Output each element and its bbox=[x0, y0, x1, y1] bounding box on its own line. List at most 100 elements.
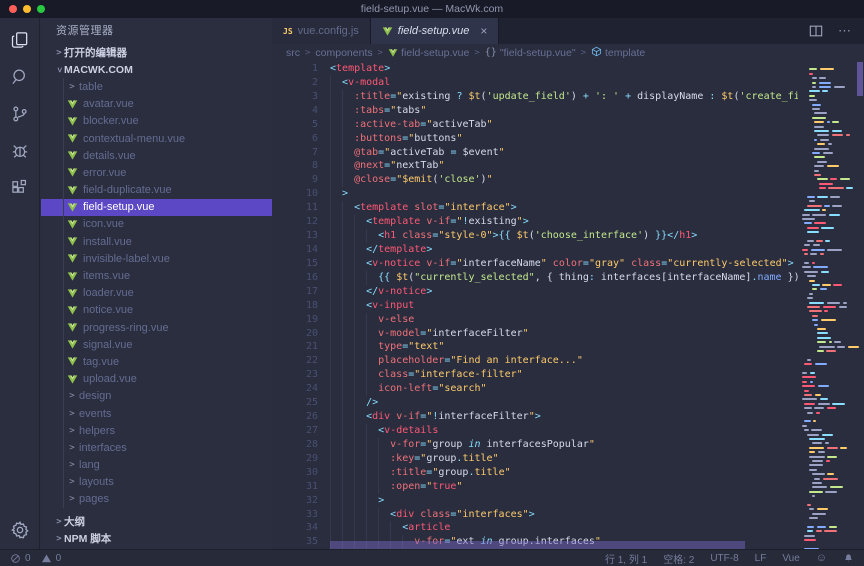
indent-guide bbox=[342, 354, 354, 368]
code-line-1[interactable]: 1<template> bbox=[272, 62, 798, 76]
minimap-line bbox=[825, 240, 830, 242]
breadcrumb-item-2[interactable]: components bbox=[315, 47, 372, 59]
code-line-13[interactable]: 13<h1 class="style-0">{{ $t('choose_inte… bbox=[272, 229, 798, 243]
horizontal-scrollbar[interactable] bbox=[330, 541, 745, 549]
open-editors-section[interactable]: > 打开的编辑器 bbox=[41, 44, 272, 61]
problems-errors[interactable]: 0 bbox=[10, 553, 31, 564]
debug-icon[interactable] bbox=[9, 140, 31, 162]
explorer-icon[interactable] bbox=[9, 29, 31, 51]
vertical-scrollbar-thumb[interactable] bbox=[857, 62, 863, 96]
tree-item-loader-vue[interactable]: loader.vue bbox=[41, 285, 272, 302]
encoding-setting[interactable]: UTF-8 bbox=[710, 553, 738, 564]
code-line-20[interactable]: 20v-model="interfaceFilter" bbox=[272, 327, 798, 341]
feedback-smiley-icon[interactable]: ☺ bbox=[816, 552, 827, 564]
code-line-3[interactable]: 3:title="existing ? $t('update_field') +… bbox=[272, 90, 798, 104]
code-line-18[interactable]: 18<v-input bbox=[272, 299, 798, 313]
code-line-2[interactable]: 2<v-modal bbox=[272, 76, 798, 90]
tree-item-contextual-menu-vue[interactable]: contextual-menu.vue bbox=[41, 130, 272, 147]
code-line-14[interactable]: 14</template> bbox=[272, 243, 798, 257]
bell-icon[interactable] bbox=[843, 553, 854, 564]
tree-item-interfaces[interactable]: >interfaces bbox=[41, 439, 272, 456]
tree-item-blocker-vue[interactable]: blocker.vue bbox=[41, 113, 272, 130]
code-line-30[interactable]: 30:title="group.title" bbox=[272, 466, 798, 480]
npm-scripts-section[interactable]: > NPM 脚本 bbox=[41, 530, 272, 547]
code-line-23[interactable]: 23class="interface-filter" bbox=[272, 368, 798, 382]
code-line-9[interactable]: 9@close="$emit('close')" bbox=[272, 173, 798, 187]
code-line-5[interactable]: 5:active-tab="activeTab" bbox=[272, 118, 798, 132]
breadcrumb-item-1[interactable]: src bbox=[286, 47, 300, 59]
code-line-19[interactable]: 19v-else bbox=[272, 313, 798, 327]
more-actions-icon[interactable]: ⋯ bbox=[838, 23, 852, 39]
tab-vue-config-js[interactable]: JSvue.config.js bbox=[272, 18, 371, 44]
maximize-window-button[interactable] bbox=[37, 5, 45, 13]
code-line-33[interactable]: 33<div class="interfaces"> bbox=[272, 508, 798, 522]
tree-item-items-vue[interactable]: items.vue bbox=[41, 267, 272, 284]
close-window-button[interactable] bbox=[9, 5, 17, 13]
breadcrumb-item-3[interactable]: field-setup.vue bbox=[388, 47, 469, 59]
code-line-27[interactable]: 27<v-details bbox=[272, 424, 798, 438]
indentation-setting[interactable]: 空格: 2 bbox=[663, 551, 694, 566]
code-line-34[interactable]: 34<article bbox=[272, 521, 798, 535]
code-line-10[interactable]: 10> bbox=[272, 187, 798, 201]
workspace-section[interactable]: > MACWK.COM bbox=[41, 61, 272, 78]
tree-item-events[interactable]: >events bbox=[41, 405, 272, 422]
code-line-32[interactable]: 32> bbox=[272, 494, 798, 508]
tree-item-icon-vue[interactable]: icon.vue bbox=[41, 216, 272, 233]
tree-item-progress-ring-vue[interactable]: progress-ring.vue bbox=[41, 319, 272, 336]
code-line-17[interactable]: 17</v-notice> bbox=[272, 285, 798, 299]
code-line-8[interactable]: 8@next="nextTab" bbox=[272, 159, 798, 173]
close-icon[interactable]: × bbox=[480, 24, 487, 38]
minimap-line bbox=[814, 478, 820, 480]
code-line-4[interactable]: 4:tabs="tabs" bbox=[272, 104, 798, 118]
tree-item-signal-vue[interactable]: signal.vue bbox=[41, 336, 272, 353]
horizontal-scrollbar-thumb[interactable] bbox=[330, 541, 745, 549]
language-mode[interactable]: Vue bbox=[782, 553, 799, 564]
gear-icon[interactable] bbox=[9, 519, 31, 541]
code-line-31[interactable]: 31:open="true" bbox=[272, 480, 798, 494]
extensions-icon[interactable] bbox=[9, 177, 31, 199]
code-line-16[interactable]: 16{{ $t("currently_selected", { thing: i… bbox=[272, 271, 798, 285]
vertical-scrollbar[interactable] bbox=[856, 61, 864, 549]
code-line-11[interactable]: 11<template slot="interface"> bbox=[272, 201, 798, 215]
tree-item-helpers[interactable]: >helpers bbox=[41, 422, 272, 439]
breadcrumb-item-4[interactable]: {}"field-setup.vue" bbox=[485, 47, 576, 59]
outline-section[interactable]: > 大纲 bbox=[41, 513, 272, 530]
tree-item-invisible-label-vue[interactable]: invisible-label.vue bbox=[41, 250, 272, 267]
search-icon[interactable] bbox=[9, 66, 31, 88]
tree-item-field-setup-vue[interactable]: field-setup.vue bbox=[41, 199, 272, 216]
tree-item-lang[interactable]: >lang bbox=[41, 457, 272, 474]
tab-field-setup-vue[interactable]: field-setup.vue× bbox=[371, 18, 500, 44]
code-line-6[interactable]: 6:buttons="buttons" bbox=[272, 132, 798, 146]
tree-item-field-duplicate-vue[interactable]: field-duplicate.vue bbox=[41, 182, 272, 199]
tree-item-details-vue[interactable]: details.vue bbox=[41, 147, 272, 164]
code-editor[interactable]: 1<template>2<v-modal3:title="existing ? … bbox=[272, 61, 864, 549]
tree-item-design[interactable]: >design bbox=[41, 388, 272, 405]
code-line-7[interactable]: 7@tab="activeTab = $event" bbox=[272, 146, 798, 160]
code-line-15[interactable]: 15<v-notice v-if="interfaceName" color="… bbox=[272, 257, 798, 271]
tree-item-tag-vue[interactable]: tag.vue bbox=[41, 353, 272, 370]
eol-setting[interactable]: LF bbox=[755, 553, 767, 564]
breadcrumb-item-5[interactable]: template bbox=[591, 46, 645, 60]
source-control-icon[interactable] bbox=[9, 103, 31, 125]
tree-item-pages[interactable]: >pages bbox=[41, 491, 272, 508]
tree-item-error-vue[interactable]: error.vue bbox=[41, 164, 272, 181]
minimize-window-button[interactable] bbox=[23, 5, 31, 13]
tree-item-table[interactable]: >table bbox=[41, 78, 272, 95]
code-line-24[interactable]: 24icon-left="search" bbox=[272, 382, 798, 396]
code-line-22[interactable]: 22placeholder="Find an interface..." bbox=[272, 354, 798, 368]
code-line-12[interactable]: 12<template v-if="!existing"> bbox=[272, 215, 798, 229]
tree-item-install-vue[interactable]: install.vue bbox=[41, 233, 272, 250]
tree-item-avatar-vue[interactable]: avatar.vue bbox=[41, 96, 272, 113]
code-line-25[interactable]: 25/> bbox=[272, 396, 798, 410]
problems-warnings[interactable]: 0 bbox=[41, 553, 62, 564]
tree-item-upload-vue[interactable]: upload.vue bbox=[41, 371, 272, 388]
split-editor-icon[interactable] bbox=[808, 23, 824, 39]
code-line-21[interactable]: 21type="text" bbox=[272, 340, 798, 354]
code-line-29[interactable]: 29:key="group.title" bbox=[272, 452, 798, 466]
minimap[interactable] bbox=[798, 61, 856, 549]
tree-item-notice-vue[interactable]: notice.vue bbox=[41, 302, 272, 319]
cursor-position[interactable]: 行 1, 列 1 bbox=[605, 551, 647, 566]
code-line-28[interactable]: 28v-for="group in interfacesPopular" bbox=[272, 438, 798, 452]
code-line-26[interactable]: 26<div v-if="!interfaceFilter"> bbox=[272, 410, 798, 424]
tree-item-layouts[interactable]: >layouts bbox=[41, 474, 272, 491]
